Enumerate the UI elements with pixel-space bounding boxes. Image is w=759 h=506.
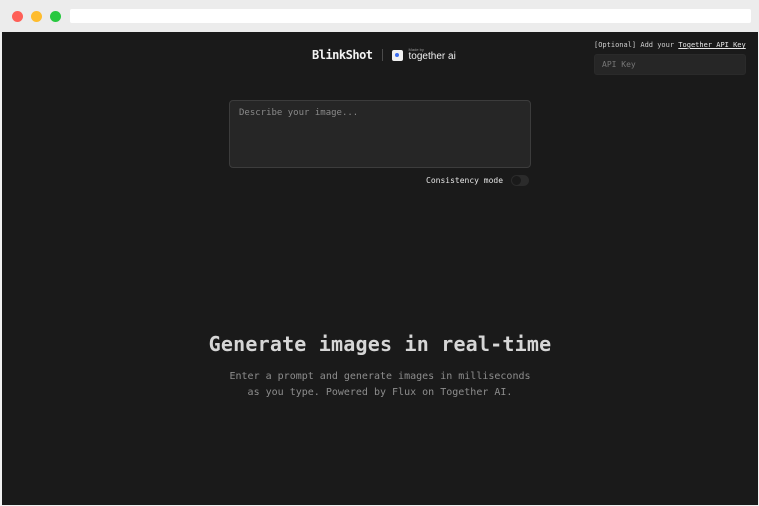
hero-title: Generate images in real-time bbox=[208, 332, 552, 356]
together-ai-logo-icon[interactable] bbox=[391, 49, 403, 61]
together-ai-link[interactable]: Made by together ai bbox=[409, 48, 456, 62]
together-api-key-link[interactable]: Together API Key bbox=[678, 41, 745, 49]
api-key-note: [Optional] Add your Together API Key bbox=[594, 41, 747, 49]
api-key-input[interactable] bbox=[594, 54, 746, 75]
window-minimize-button[interactable] bbox=[31, 11, 42, 22]
api-key-note-prefix: [Optional] Add your bbox=[594, 41, 679, 49]
window-maximize-button[interactable] bbox=[50, 11, 61, 22]
partner-name: together ai bbox=[408, 51, 456, 62]
brand-header: BlinkShot Made by together ai bbox=[312, 45, 456, 65]
hero-subtitle: Enter a prompt and generate images in mi… bbox=[2, 369, 758, 401]
hero-subtitle-line-2: as you type. Powered by Flux on Together… bbox=[247, 387, 513, 398]
consistency-mode-label: Consistency mode bbox=[426, 176, 504, 185]
hero-subtitle-line-1: Enter a prompt and generate images in mi… bbox=[229, 371, 531, 382]
window-close-button[interactable] bbox=[12, 11, 23, 22]
browser-chrome bbox=[0, 0, 759, 32]
address-bar[interactable] bbox=[70, 9, 751, 23]
api-key-block: [Optional] Add your Together API Key bbox=[594, 41, 747, 75]
brand-name[interactable]: BlinkShot bbox=[312, 48, 373, 62]
prompt-input[interactable] bbox=[229, 100, 531, 168]
app-canvas: BlinkShot Made by together ai [Optional]… bbox=[2, 32, 758, 505]
consistency-mode-control: Consistency mode bbox=[426, 175, 530, 186]
consistency-mode-toggle[interactable] bbox=[511, 175, 530, 186]
brand-divider bbox=[381, 49, 383, 61]
